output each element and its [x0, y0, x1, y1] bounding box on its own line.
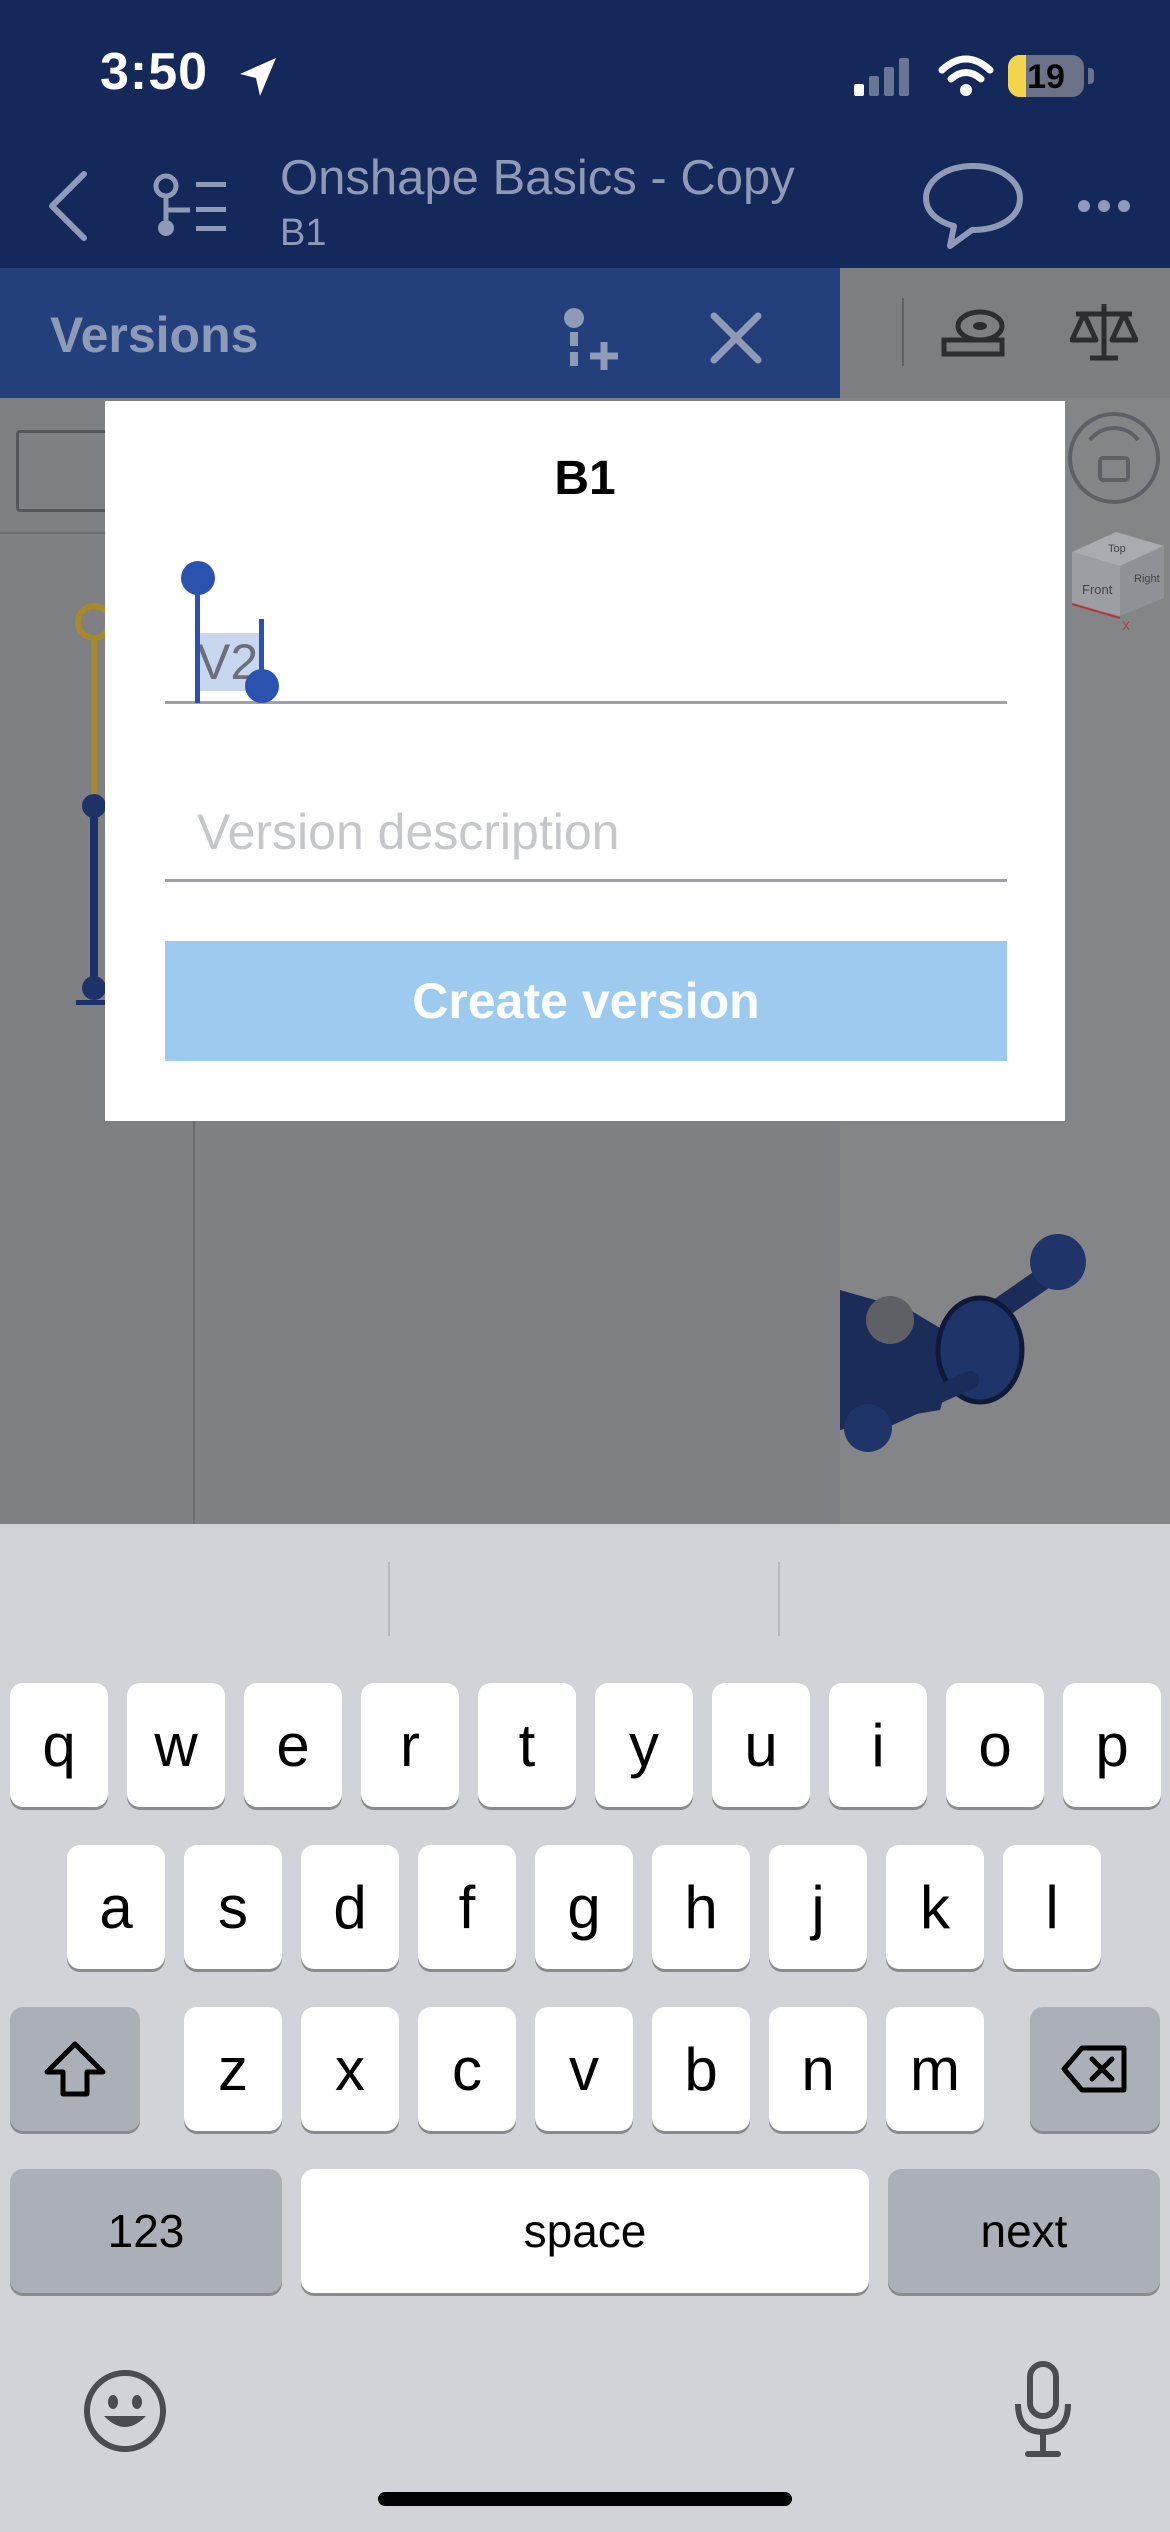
- create-version-button[interactable]: Create version: [165, 941, 1007, 1061]
- key-o[interactable]: o: [946, 1683, 1044, 1807]
- key-v[interactable]: v: [535, 2007, 633, 2131]
- key-b[interactable]: b: [652, 2007, 750, 2131]
- key-u[interactable]: u: [712, 1683, 810, 1807]
- battery-level: 19: [1027, 58, 1065, 96]
- key-a[interactable]: a: [67, 1845, 165, 1969]
- dialog-title: B1: [554, 452, 616, 505]
- back-chevron-icon[interactable]: [40, 166, 96, 246]
- version-name-field[interactable]: V2: [165, 561, 1007, 704]
- versions-panel-title: Versions: [50, 307, 259, 363]
- key-q[interactable]: q: [10, 1683, 108, 1807]
- version-description-field[interactable]: Version description: [165, 731, 1007, 882]
- mass-properties-icon[interactable]: [1070, 300, 1138, 364]
- suggestion-divider: [388, 1562, 390, 1636]
- comments-icon[interactable]: [920, 160, 1026, 252]
- space-key[interactable]: space: [301, 2169, 869, 2293]
- key-c[interactable]: c: [418, 2007, 516, 2131]
- key-n[interactable]: n: [769, 2007, 867, 2131]
- key-w[interactable]: w: [127, 1683, 225, 1807]
- key-k[interactable]: k: [886, 1845, 984, 1969]
- key-l[interactable]: l: [1003, 1845, 1101, 1969]
- key-d[interactable]: d: [301, 1845, 399, 1969]
- document-title: Onshape Basics - Copy: [280, 151, 795, 205]
- key-s[interactable]: s: [184, 1845, 282, 1969]
- microphone-icon[interactable]: [1010, 2360, 1076, 2460]
- key-e[interactable]: e: [244, 1683, 342, 1807]
- feature-tree-icon[interactable]: [150, 170, 230, 246]
- home-indicator: [378, 2492, 792, 2506]
- create-version-dialog: B1 V2 Version description Create version: [105, 401, 1065, 1121]
- key-m[interactable]: m: [886, 2007, 984, 2131]
- delete-key[interactable]: [1030, 2007, 1160, 2131]
- view-cube[interactable]: Front Top Right X: [1066, 518, 1170, 638]
- shift-key[interactable]: [10, 2007, 140, 2131]
- key-h[interactable]: h: [652, 1845, 750, 1969]
- version-description-placeholder: Version description: [197, 804, 620, 860]
- key-i[interactable]: i: [829, 1683, 927, 1807]
- viewcube-top-label: Top: [1108, 543, 1126, 555]
- suggestion-divider: [778, 1562, 780, 1636]
- key-y[interactable]: y: [595, 1683, 693, 1807]
- vise-model-render: [840, 1234, 1086, 1452]
- key-g[interactable]: g: [535, 1845, 633, 1969]
- toolbar-separator: [902, 298, 904, 366]
- key-j[interactable]: j: [769, 1845, 867, 1969]
- viewcube-axis-x: X: [1122, 619, 1130, 633]
- selection-start-handle-bar: [195, 583, 200, 703]
- key-r[interactable]: r: [361, 1683, 459, 1807]
- cellular-signal-icon: [854, 58, 909, 96]
- rotate-lock-icon[interactable]: [1064, 408, 1164, 508]
- viewcube-front-label: Front: [1082, 582, 1113, 597]
- key-x[interactable]: x: [301, 2007, 399, 2131]
- numbers-key[interactable]: 123: [10, 2169, 282, 2293]
- wifi-icon: [938, 55, 994, 96]
- key-f[interactable]: f: [418, 1845, 516, 1969]
- selection-end-handle[interactable]: [245, 669, 279, 703]
- status-time: 3:50: [100, 43, 209, 101]
- key-t[interactable]: t: [478, 1683, 576, 1807]
- key-p[interactable]: p: [1063, 1683, 1161, 1807]
- add-version-icon[interactable]: [556, 306, 622, 372]
- location-arrow-icon: [240, 58, 276, 96]
- more-options-icon[interactable]: [1076, 196, 1132, 216]
- battery-cap: [1088, 68, 1094, 84]
- next-key[interactable]: next: [888, 2169, 1160, 2293]
- viewcube-right-label: Right: [1134, 573, 1160, 585]
- emoji-icon[interactable]: [82, 2368, 168, 2454]
- battery-icon: 19: [1008, 55, 1084, 97]
- key-z[interactable]: z: [184, 2007, 282, 2131]
- backspace-icon: [1061, 2045, 1127, 2093]
- close-panel-icon[interactable]: [706, 308, 766, 368]
- document-subtitle: B1: [280, 212, 327, 254]
- shift-icon: [44, 2041, 106, 2097]
- measure-tape-icon[interactable]: [940, 306, 1006, 362]
- selection-start-handle[interactable]: [181, 561, 215, 595]
